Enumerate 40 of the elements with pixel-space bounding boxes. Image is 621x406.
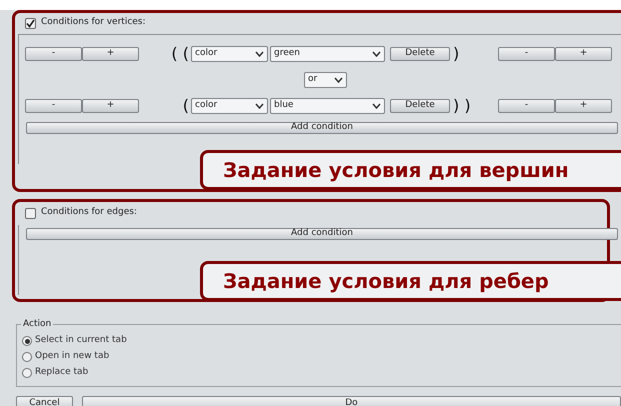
radio-button[interactable]: [22, 368, 32, 378]
minus-button[interactable]: -: [498, 47, 555, 61]
do-button[interactable]: Do: [82, 396, 621, 406]
radio-button[interactable]: [22, 352, 32, 362]
chevron-down-icon: [372, 51, 381, 57]
add-condition-button[interactable]: Add condition: [26, 122, 618, 134]
chevron-down-icon: [372, 103, 381, 109]
open-parentheses: (: [182, 95, 190, 117]
open-parentheses: ( (: [170, 43, 190, 65]
radio-label: Select in current tab: [35, 334, 127, 348]
plus-button[interactable]: +: [82, 99, 139, 113]
checkbox-label: Conditions for vertices:: [41, 16, 146, 30]
close-parentheses: ): [453, 43, 460, 65]
delete-button[interactable]: Delete: [390, 47, 450, 61]
minus-button[interactable]: -: [498, 99, 555, 113]
minus-button[interactable]: -: [25, 99, 82, 113]
plus-button[interactable]: +: [555, 99, 612, 113]
add-condition-button[interactable]: Add condition: [26, 228, 618, 240]
plus-button[interactable]: +: [555, 47, 612, 61]
delete-button[interactable]: Delete: [390, 99, 450, 113]
close-parentheses: ) ): [453, 95, 472, 117]
attribute-dropdown[interactable]: color: [191, 46, 268, 62]
checkbox-label: Conditions for edges:: [41, 206, 137, 220]
minus-button[interactable]: -: [25, 47, 82, 61]
value-dropdown[interactable]: green: [270, 46, 385, 62]
cancel-button[interactable]: Cancel: [16, 396, 73, 406]
chevron-down-icon: [255, 51, 264, 57]
checkbox[interactable]: [25, 208, 36, 218]
chevron-down-icon: [255, 103, 264, 109]
operator-dropdown[interactable]: or: [304, 72, 347, 88]
checkbox[interactable]: [25, 18, 36, 28]
value-dropdown[interactable]: blue: [270, 98, 385, 114]
annotation-label: Задание условия для вершин: [200, 150, 621, 190]
attribute-dropdown[interactable]: color: [191, 98, 268, 114]
radio-label: Open in new tab: [35, 350, 110, 364]
radio-label: Replace tab: [35, 366, 88, 380]
radio-button[interactable]: [22, 336, 32, 346]
chevron-down-icon: [334, 77, 343, 83]
annotation-label: Задание условия для ребер: [200, 261, 621, 301]
plus-button[interactable]: +: [82, 47, 139, 61]
